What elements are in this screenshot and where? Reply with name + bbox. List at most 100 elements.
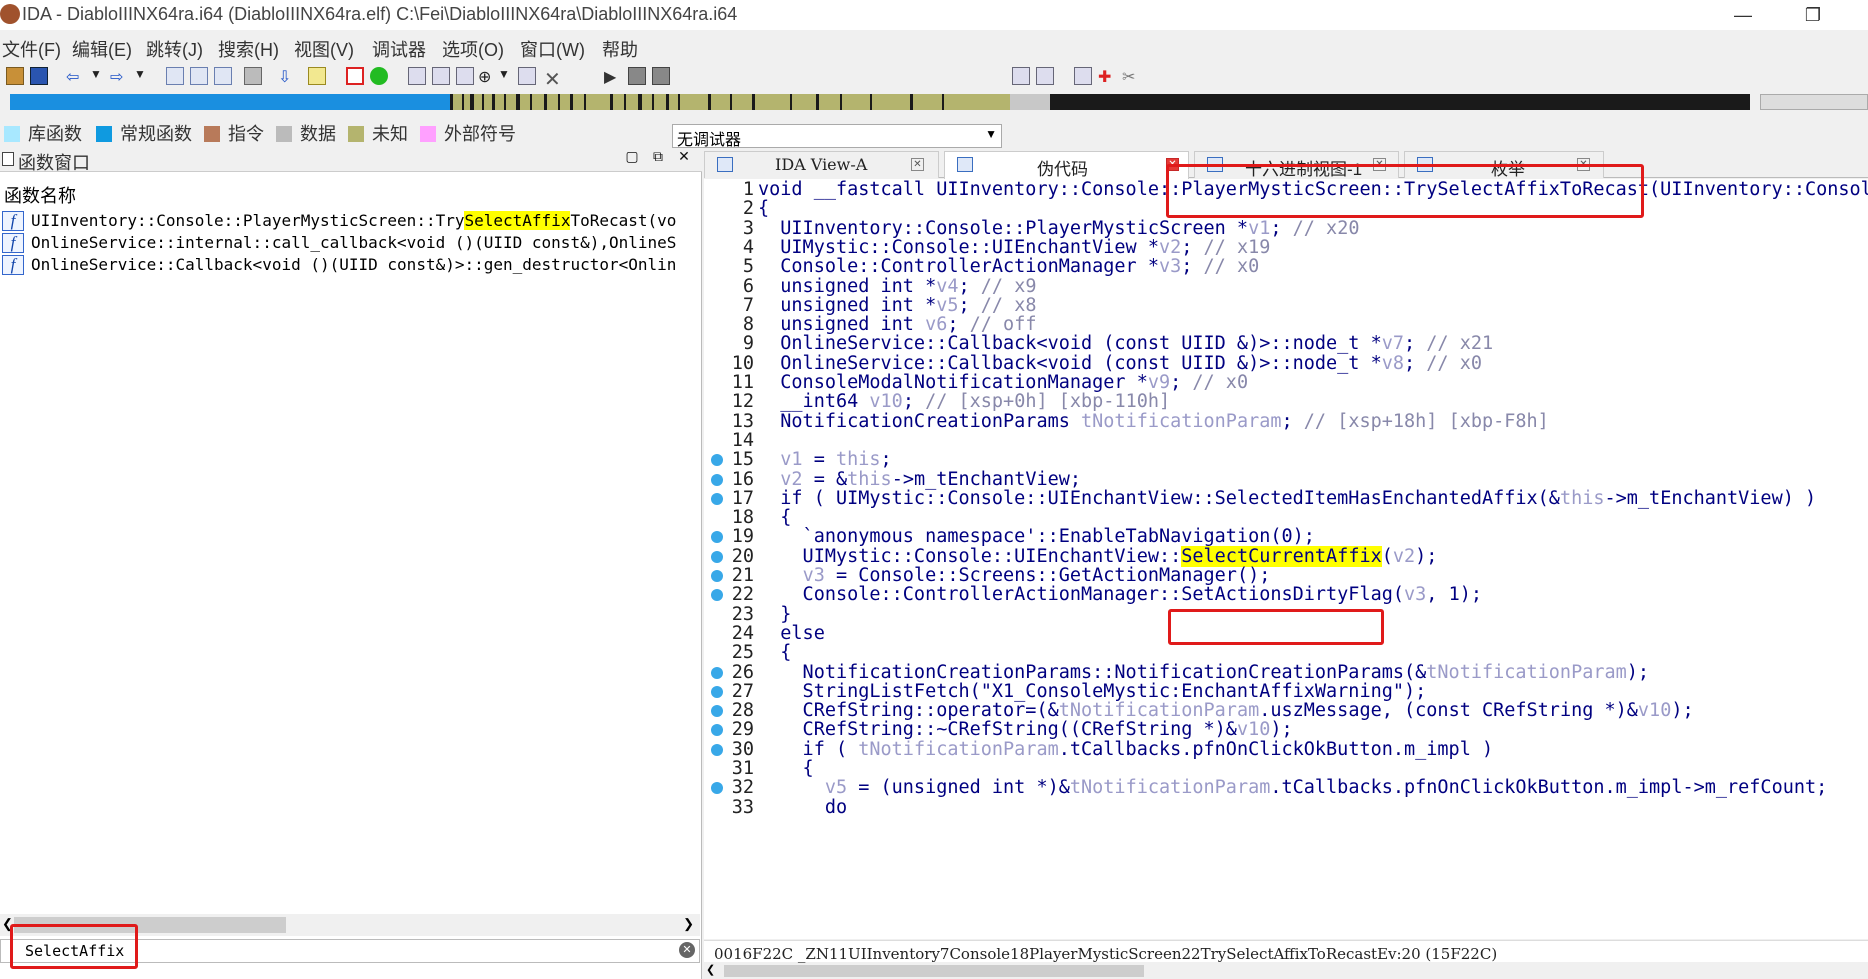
- menu-window[interactable]: 窗口(W): [520, 36, 585, 62]
- navigation-band-slider[interactable]: [1760, 94, 1868, 110]
- line-number: 18: [731, 507, 754, 529]
- menu-file[interactable]: 文件(F): [2, 36, 61, 62]
- panel-maximize-icon[interactable]: ▢: [622, 148, 642, 165]
- code-text: Console::ControllerActionManager *v3; //…: [758, 256, 1260, 278]
- scroll-right-icon[interactable]: ❯: [683, 916, 694, 932]
- debugger-select[interactable]: 无调试器 ▼: [672, 124, 1002, 149]
- pseudocode-horizontal-scrollbar[interactable]: ❮: [704, 963, 1868, 979]
- graph-icon[interactable]: [408, 67, 426, 85]
- tab-ida-view-a[interactable]: IDA View-A ✕: [704, 151, 939, 178]
- scrollbar-thumb[interactable]: [724, 965, 1144, 977]
- nodes-icon[interactable]: [432, 67, 450, 85]
- pseudocode-view[interactable]: 1 void __fastcall UIInventory::Console::P…: [704, 179, 1868, 939]
- menu-view[interactable]: 视图(V): [294, 36, 354, 62]
- tab-close-icon[interactable]: ✕: [911, 158, 924, 171]
- save-icon[interactable]: [30, 67, 48, 85]
- line-number: 23: [731, 603, 754, 625]
- code-text: else: [758, 622, 825, 644]
- line-number: 22: [731, 584, 754, 606]
- jump-down-icon[interactable]: ⇩: [278, 67, 296, 86]
- annotation-box-function-name: [1166, 164, 1644, 218]
- menu-edit[interactable]: 编辑(E): [72, 36, 132, 62]
- line-number: 25: [731, 642, 754, 664]
- menu-debugger[interactable]: 调试器: [372, 36, 426, 62]
- detach-icon[interactable]: [1036, 67, 1054, 85]
- find-icon[interactable]: [308, 67, 326, 85]
- code-text: `anonymous namespace'::EnableTabNavigati…: [758, 526, 1315, 548]
- legend-label: 外部符号: [444, 124, 516, 144]
- line-number: 10: [731, 352, 754, 374]
- line-number: 30: [731, 738, 754, 760]
- menu-search[interactable]: 搜索(H): [218, 36, 279, 62]
- flow-icon[interactable]: [456, 67, 474, 85]
- back-arrow-icon[interactable]: ⇦: [66, 67, 84, 86]
- code-text: NotificationCreationParams::Notification…: [758, 661, 1650, 683]
- function-name-suffix: ToRecast(vo: [570, 211, 677, 230]
- function-row[interactable]: f UIInventory::Console::PlayerMysticScree…: [0, 211, 702, 233]
- restore-button[interactable]: ❐: [1790, 2, 1836, 28]
- annotation-box-select-current-affix: [1168, 609, 1384, 645]
- tab-pseudocode[interactable]: 伪代码 ✕: [944, 151, 1189, 179]
- pointer-icon[interactable]: ⊕: [478, 67, 496, 86]
- code-text: CRefString::~CRefString((CRefString *)&v…: [758, 719, 1293, 741]
- forward-dropdown-icon[interactable]: ▼: [134, 67, 152, 85]
- menu-bar: 文件(F) 编辑(E) 跳转(J) 搜索(H) 视图(V) 调试器 选项(O) …: [0, 31, 1868, 61]
- menu-options[interactable]: 选项(O): [442, 36, 504, 62]
- navigation-band[interactable]: [10, 94, 1750, 110]
- tools-icon[interactable]: ✂: [1122, 67, 1140, 86]
- search-highlight: SelectAffix: [464, 211, 571, 230]
- attach-icon[interactable]: [1012, 67, 1030, 85]
- code-line[interactable]: 33 do: [704, 797, 1868, 820]
- binary-icon[interactable]: [166, 67, 184, 85]
- scroll-left-icon[interactable]: ❮: [706, 963, 715, 976]
- legend-label: 数据: [300, 124, 336, 144]
- line-number: 31: [731, 758, 754, 779]
- line-number: 11: [731, 372, 754, 393]
- pseudocode-icon: [957, 157, 973, 172]
- legend-instruction: 指令: [204, 120, 264, 146]
- line-number: 28: [731, 700, 754, 722]
- code-text: OnlineService::Callback<void (const UIID…: [758, 333, 1494, 355]
- close-graph-icon[interactable]: ✕: [544, 67, 562, 91]
- line-number: 5: [742, 256, 754, 278]
- forward-arrow-icon[interactable]: ⇨: [110, 67, 128, 86]
- menu-help[interactable]: 帮助: [602, 36, 638, 62]
- annotation-box-search: [10, 924, 138, 969]
- function-row[interactable]: f OnlineService::internal::call_callback<…: [0, 233, 702, 255]
- run-icon[interactable]: [370, 67, 388, 85]
- hex-icon[interactable]: [190, 67, 208, 85]
- code-text: unsigned int *v5; // x8: [758, 294, 1037, 316]
- function-icon: f: [2, 255, 24, 275]
- menu-jump[interactable]: 跳转(J): [146, 36, 203, 62]
- debug-pause-icon[interactable]: [628, 67, 646, 85]
- legend-data: 数据: [276, 120, 336, 146]
- code-text: unsigned int *v4; // x9: [758, 275, 1037, 297]
- panel-close-icon[interactable]: ✕: [674, 148, 694, 165]
- panel-float-icon[interactable]: ⧉: [648, 148, 668, 165]
- back-dropdown-icon[interactable]: ▼: [90, 67, 108, 85]
- print-icon[interactable]: [244, 67, 262, 85]
- pointer-dropdown-icon[interactable]: ▼: [498, 67, 516, 85]
- text-search-icon[interactable]: [214, 67, 232, 85]
- open-icon[interactable]: [6, 67, 24, 85]
- line-number: 4: [742, 236, 754, 258]
- function-icon: f: [2, 211, 24, 231]
- add-breakpoint-icon[interactable]: ✚: [1098, 67, 1116, 86]
- stop-icon[interactable]: [346, 67, 364, 85]
- debug-stop-icon[interactable]: [652, 67, 670, 85]
- code-text: if ( tNotificationParam.tCallbacks.pfnOn…: [758, 738, 1494, 760]
- code-text: if ( UIMystic::Console::UIEnchantView::S…: [758, 487, 1817, 509]
- xref-icon[interactable]: [518, 67, 536, 85]
- breakpoints-icon[interactable]: [1074, 67, 1092, 85]
- line-number: 7: [742, 294, 754, 316]
- function-name-column-header[interactable]: 函数名称: [4, 182, 76, 208]
- navigation-band-graphic: [10, 94, 1750, 110]
- functions-window-header: 函数窗口 ▢ ⧉ ✕: [0, 148, 702, 173]
- function-row[interactable]: f OnlineService::Callback<void ()(UIID co…: [0, 255, 702, 277]
- disassembly-icon: [717, 157, 733, 172]
- regular-swatch-icon: [96, 126, 112, 142]
- debug-start-icon[interactable]: ▶: [604, 67, 622, 86]
- clear-filter-icon[interactable]: ✕: [679, 942, 695, 958]
- code-text: CRefString::operator=(&tNotificationPara…: [758, 700, 1694, 722]
- minimize-button[interactable]: —: [1720, 2, 1766, 28]
